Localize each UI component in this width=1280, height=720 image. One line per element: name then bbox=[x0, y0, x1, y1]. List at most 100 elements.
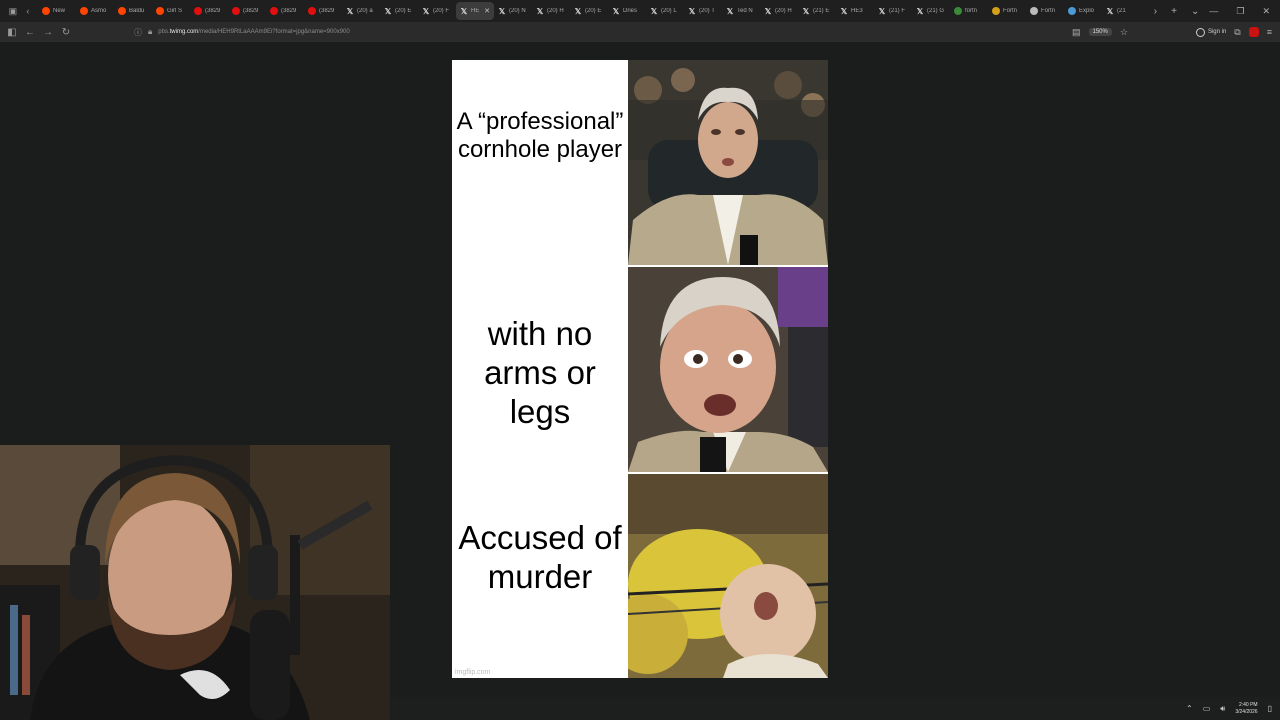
youtube-icon bbox=[194, 7, 202, 15]
lock-icon[interactable]: 🔒︎ bbox=[148, 27, 152, 37]
browser-tab[interactable]: 𝕏 Ted N bbox=[722, 2, 760, 20]
browser-tab[interactable]: 𝕏 (20) T bbox=[684, 2, 722, 20]
tab-title: (21) E bbox=[813, 8, 830, 14]
menu-icon[interactable]: ≡ bbox=[1267, 27, 1272, 37]
x-icon: 𝕏 bbox=[688, 6, 696, 16]
clock-time: 2:40 PM bbox=[1238, 701, 1258, 708]
reload-button[interactable]: ↻ bbox=[57, 23, 75, 41]
browser-tab[interactable]: 𝕏 Dries bbox=[608, 2, 646, 20]
x-icon: 𝕏 bbox=[802, 6, 810, 16]
volume-icon[interactable]: 🔊︎ bbox=[1220, 704, 1225, 714]
window-close-icon[interactable]: ✕ bbox=[1262, 6, 1270, 17]
extensions-icon[interactable]: ⧉ bbox=[1234, 27, 1240, 38]
browser-tab[interactable]: 𝕏 HE ✕ bbox=[456, 2, 494, 20]
globe-icon bbox=[954, 7, 962, 15]
reddit-icon bbox=[118, 7, 126, 15]
x-icon: 𝕏 bbox=[1106, 6, 1114, 16]
browser-tab[interactable]: 𝕏 (21) E bbox=[798, 2, 836, 20]
browser-tab[interactable]: 𝕏 (21 bbox=[1102, 2, 1140, 20]
browser-tab[interactable]: 𝕏 (20) H bbox=[532, 2, 570, 20]
tab-list: New Asmo Baldu Girl S (3829 (3829 (3829 (3829 𝕏(… bbox=[38, 0, 1144, 22]
browser-tab[interactable]: 𝕏 (21) G bbox=[912, 2, 950, 20]
toolbar-right: ▤ 150% ☆ Sign in ⧉ ≡ bbox=[1072, 22, 1280, 42]
browser-tab[interactable]: 𝕏 HE3 bbox=[836, 2, 874, 20]
browser-tab[interactable]: 𝕏 (21) F bbox=[874, 2, 912, 20]
globe-icon bbox=[992, 7, 1000, 15]
back-button[interactable]: ← bbox=[21, 23, 39, 41]
x-icon: 𝕏 bbox=[346, 6, 354, 16]
address-bar[interactable]: ⓘ 🔒︎ pbs.twimg.com/media/HEH9RtLaAAAm9Ei… bbox=[134, 22, 1134, 42]
tab-title: (21) G bbox=[927, 8, 945, 14]
tray-overflow-icon[interactable]: ⌃ bbox=[1186, 704, 1193, 713]
clock-date: 3/24/2026 bbox=[1235, 708, 1258, 715]
browser-tab[interactable]: Baldu bbox=[114, 2, 152, 20]
tab-title: Fortn bbox=[1041, 8, 1056, 14]
system-tray: ⌃ ▭ 🔊︎ 2:40 PM 3/24/2026 ▯ bbox=[1186, 697, 1272, 720]
browser-tab[interactable]: 𝕏 (20) F bbox=[418, 2, 456, 20]
network-icon[interactable]: ▭ bbox=[1203, 704, 1211, 713]
x-icon: 𝕏 bbox=[840, 6, 848, 16]
browser-tab[interactable]: Fortn bbox=[1026, 2, 1064, 20]
tab-title: (21 bbox=[1117, 8, 1126, 14]
browser-tab[interactable]: (3829 bbox=[228, 2, 266, 20]
notification-icon[interactable]: ▯ bbox=[1268, 704, 1272, 713]
tab-title: (21) F bbox=[889, 8, 906, 14]
fortnite-icon bbox=[1030, 7, 1038, 15]
minimize-icon[interactable]: — bbox=[1209, 6, 1218, 16]
browser-tab[interactable]: (3829 bbox=[266, 2, 304, 20]
browser-tab[interactable]: fortn bbox=[950, 2, 988, 20]
address-url[interactable]: pbs.twimg.com/media/HEH9RtLaAAAm9Ei?form… bbox=[158, 29, 349, 35]
restore-icon[interactable]: ❐ bbox=[1236, 6, 1244, 17]
reader-view-icon[interactable]: ▤ bbox=[1072, 27, 1081, 38]
tab-title: (20) E bbox=[395, 8, 412, 14]
reaction-photo-1 bbox=[628, 60, 828, 265]
extension-red-icon[interactable] bbox=[1248, 27, 1259, 37]
browser-tab[interactable]: (3829 bbox=[190, 2, 228, 20]
tab-title: (20) N bbox=[509, 8, 526, 14]
tab-title: New bbox=[53, 8, 66, 14]
reddit-icon bbox=[80, 7, 88, 15]
tab-strip-tail: › + ⌄ bbox=[1144, 6, 1210, 17]
new-tab-button[interactable]: + bbox=[1171, 6, 1177, 17]
browser-tab[interactable]: Asmo bbox=[76, 2, 114, 20]
browser-tab[interactable]: Explo bbox=[1064, 2, 1102, 20]
meme-caption-middle: with no arms or legs bbox=[484, 315, 596, 430]
browser-tab[interactable]: Girl S bbox=[152, 2, 190, 20]
tab-overview-icon[interactable]: ▣ bbox=[9, 6, 18, 17]
taskbar-clock[interactable]: 2:40 PM 3/24/2026 bbox=[1235, 702, 1257, 716]
browser-tab[interactable]: 𝕏 (20) L bbox=[646, 2, 684, 20]
x-icon: 𝕏 bbox=[574, 6, 582, 16]
tab-title: (20) E bbox=[585, 8, 602, 14]
tab-close-icon[interactable]: ✕ bbox=[484, 7, 490, 15]
x-icon: 𝕏 bbox=[460, 6, 468, 16]
zoom-level-badge[interactable]: 150% bbox=[1088, 28, 1112, 36]
browser-tab[interactable]: 𝕏 (20) a bbox=[342, 2, 380, 20]
browser-toolbar: ◧ ← → ↻ ⓘ 🔒︎ pbs.twimg.com/media/HEH9RtL… bbox=[0, 22, 1280, 42]
browser-tab[interactable]: New bbox=[38, 2, 76, 20]
url-domain: twimg.com bbox=[169, 29, 199, 35]
sidebar-toggle-icon[interactable]: ◧ bbox=[3, 23, 21, 41]
sign-in-button[interactable]: Sign in bbox=[1195, 27, 1226, 37]
tab-list-dropdown-icon[interactable]: ⌄ bbox=[1191, 6, 1199, 17]
tab-title: (3829 bbox=[243, 8, 259, 14]
tab-title: (20) F bbox=[433, 8, 450, 14]
tab-title: (20) H bbox=[547, 8, 564, 14]
site-info-icon[interactable]: ⓘ bbox=[134, 27, 142, 38]
browser-tab[interactable]: 𝕏 (20) N bbox=[494, 2, 532, 20]
tab-title: Fortn bbox=[1003, 8, 1018, 14]
browser-tab[interactable]: 𝕏 (20) E bbox=[570, 2, 608, 20]
browser-tab[interactable]: 𝕏 (20) E bbox=[380, 2, 418, 20]
meme-caption-bottom: Accused of murder bbox=[458, 519, 622, 595]
browser-tab[interactable]: 𝕏 (20) H bbox=[760, 2, 798, 20]
tab-scroll-right-icon[interactable]: › bbox=[1154, 6, 1157, 17]
forward-button[interactable]: → bbox=[39, 23, 57, 41]
browser-tab[interactable]: Fortn bbox=[988, 2, 1026, 20]
browser-tab[interactable]: (3829 bbox=[304, 2, 342, 20]
meme-panel-reaction-3 bbox=[628, 474, 828, 678]
tab-title: (20) H bbox=[775, 8, 792, 14]
reddit-icon bbox=[156, 7, 164, 15]
url-path: /media/HEH9RtLaAAAm9Ei?format=jpg&name=9… bbox=[198, 29, 350, 35]
tab-scroll-left-icon[interactable]: ‹ bbox=[26, 6, 29, 16]
meme-panel-reaction-2 bbox=[628, 267, 828, 472]
bookmark-star-icon[interactable]: ☆ bbox=[1120, 27, 1128, 38]
